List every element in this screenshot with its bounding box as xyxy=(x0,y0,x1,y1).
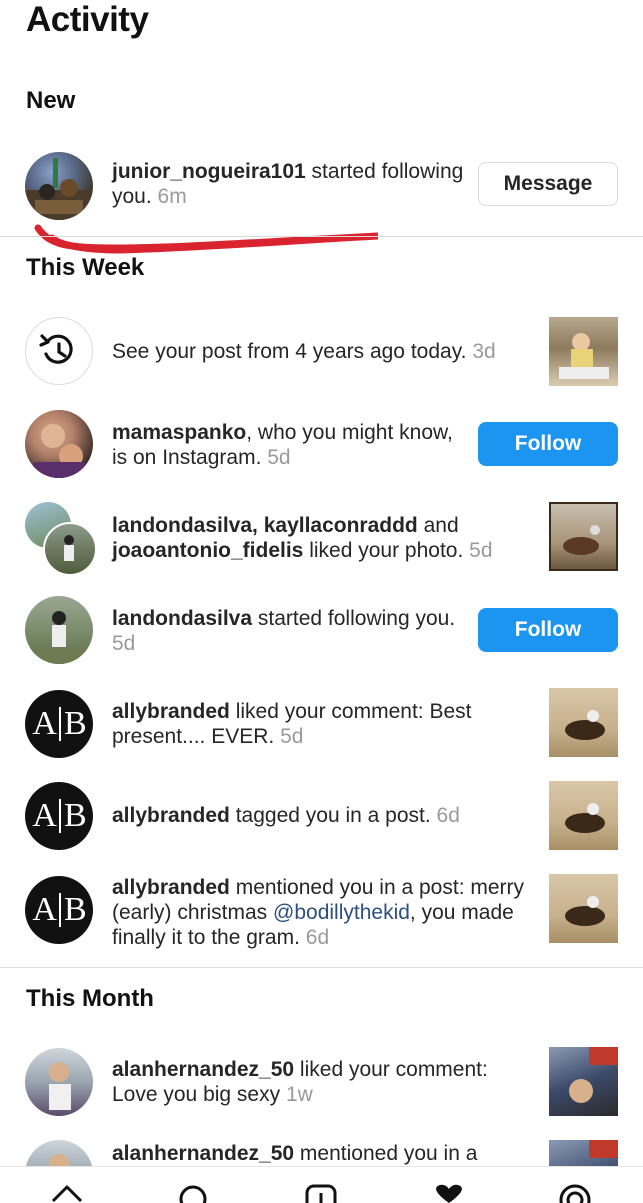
avatar-allybranded[interactable]: AB xyxy=(25,876,93,944)
username[interactable]: joaoantonio_fidelis xyxy=(112,539,303,562)
search-icon[interactable] xyxy=(177,1183,211,1203)
post-thumbnail[interactable] xyxy=(549,317,618,386)
notification-text: See your post from 4 years ago today. 3d xyxy=(112,340,496,363)
username[interactable]: mamaspanko xyxy=(112,421,246,444)
section-divider xyxy=(0,236,643,237)
notification-text: allybranded tagged you in a post. 6d xyxy=(112,804,460,827)
notification-text: alanhernandez_50 mentioned you in a xyxy=(112,1142,478,1165)
timestamp: 3d xyxy=(472,340,496,363)
follow-button[interactable]: Follow xyxy=(478,422,618,466)
notification-text: allybranded mentioned you in a post: mer… xyxy=(112,876,525,949)
avatar-mamaspanko[interactable] xyxy=(25,410,93,478)
avatar-alanhernandez-50[interactable] xyxy=(25,1140,93,1168)
notification-row-suggested[interactable]: mamaspanko, who you might know, is on In… xyxy=(0,410,643,480)
mention-link[interactable]: @bodillythekid xyxy=(273,901,410,924)
username[interactable]: junior_nogueira101 xyxy=(112,160,306,183)
follow-button[interactable]: Follow xyxy=(478,608,618,652)
timestamp: 5d xyxy=(267,446,291,469)
notification-row-month-mention[interactable]: alanhernandez_50 mentioned you in a xyxy=(0,1138,643,1168)
page-title: Activity xyxy=(26,0,149,39)
timestamp: 5d xyxy=(280,725,304,748)
username[interactable]: allybranded xyxy=(112,700,230,723)
post-thumbnail[interactable] xyxy=(549,1140,618,1168)
notification-row-follow[interactable]: landondasilva started following you. 5d … xyxy=(0,596,643,666)
username[interactable]: allybranded xyxy=(112,804,230,827)
notification-text: alanhernandez_50 liked your comment: Lov… xyxy=(112,1058,488,1106)
username[interactable]: alanhernandez_50 xyxy=(112,1058,294,1081)
notification-text: allybranded liked your comment: Best pre… xyxy=(112,700,472,748)
section-header-new: New xyxy=(26,87,76,114)
timestamp: 6d xyxy=(305,926,330,949)
heart-icon[interactable] xyxy=(431,1183,467,1203)
timestamp: 1w xyxy=(285,1083,313,1106)
timestamp: 5d xyxy=(469,539,493,562)
notification-text: landondasilva, kayllaconraddd and joaoan… xyxy=(112,514,493,562)
new-post-icon[interactable] xyxy=(304,1183,338,1203)
post-thumbnail[interactable] xyxy=(549,781,618,850)
username[interactable]: allybranded xyxy=(112,876,230,899)
section-divider xyxy=(0,967,643,968)
username[interactable]: landondasilva, kayllaconraddd xyxy=(112,514,418,537)
timestamp: 6d xyxy=(436,804,460,827)
avatar-kayllaconraddd[interactable] xyxy=(43,522,97,576)
message-button[interactable]: Message xyxy=(478,162,618,206)
notification-row-new-follow[interactable]: junior_nogueira101 started following you… xyxy=(0,150,643,222)
post-thumbnail[interactable] xyxy=(549,874,618,943)
home-icon[interactable] xyxy=(50,1183,84,1203)
notification-row-likes[interactable]: landondasilva, kayllaconraddd and joaoan… xyxy=(0,502,643,576)
notification-row-tag[interactable]: AB allybranded tagged you in a post. 6d xyxy=(0,781,643,853)
notification-row-mention[interactable]: AB allybranded mentioned you in a post: … xyxy=(0,874,643,950)
username[interactable]: landondasilva xyxy=(112,607,252,630)
avatar-allybranded[interactable]: AB xyxy=(25,690,93,758)
notification-text: landondasilva started following you. 5d xyxy=(112,607,456,655)
notification-text: junior_nogueira101 started following you… xyxy=(112,160,464,208)
avatar-junior-nogueira101[interactable] xyxy=(25,152,93,220)
notification-text: mamaspanko, who you might know, is on In… xyxy=(112,421,453,469)
post-thumbnail[interactable] xyxy=(549,1047,618,1116)
username[interactable]: alanhernandez_50 xyxy=(112,1142,294,1165)
section-header-this-week: This Week xyxy=(26,254,145,281)
timestamp: 6m xyxy=(157,185,187,208)
section-header-this-month: This Month xyxy=(26,985,154,1012)
post-thumbnail[interactable] xyxy=(549,688,618,757)
avatar-landondasilva[interactable] xyxy=(25,596,93,664)
post-thumbnail[interactable] xyxy=(549,502,618,571)
bottom-tab-bar xyxy=(0,1166,643,1203)
timestamp: 5d xyxy=(112,632,136,655)
notification-row-comment-like[interactable]: AB allybranded liked your comment: Best … xyxy=(0,688,643,760)
profile-icon[interactable] xyxy=(558,1183,592,1203)
notification-row-memory[interactable]: See your post from 4 years ago today. 3d xyxy=(0,316,643,386)
avatar-alanhernandez-50[interactable] xyxy=(25,1048,93,1116)
avatar-allybranded[interactable]: AB xyxy=(25,782,93,850)
notification-row-month-comment-like[interactable]: alanhernandez_50 liked your comment: Lov… xyxy=(0,1047,643,1119)
history-icon xyxy=(25,317,93,385)
